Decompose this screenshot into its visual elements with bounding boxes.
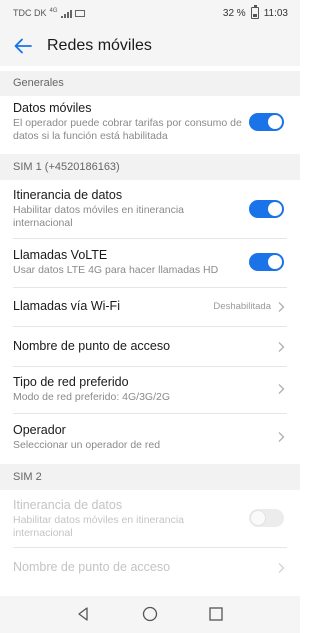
operator-title: Operador xyxy=(13,423,66,437)
navigation-bar xyxy=(0,596,300,633)
battery-percent: 32 % xyxy=(222,7,246,19)
page-title: Redes móviles xyxy=(47,37,152,54)
mobile-data-toggle[interactable] xyxy=(249,113,284,131)
mail-icon xyxy=(74,9,85,17)
arrow-left-icon[interactable] xyxy=(12,35,34,57)
sim2-roaming-title: Itinerancia de datos xyxy=(13,498,123,512)
status-bar: TDC DK 4G 32 % 11:03 xyxy=(0,0,300,26)
circle-home-icon[interactable] xyxy=(141,605,159,623)
sim2-apn-row: Nombre de punto de acceso xyxy=(0,548,300,588)
volte-toggle[interactable] xyxy=(249,253,284,271)
square-recents-icon[interactable] xyxy=(207,605,225,623)
mobile-data-subtitle: El operador puede cobrar tarifas por con… xyxy=(13,117,242,142)
operator-subtitle: Seleccionar un operador de red xyxy=(13,439,161,451)
sim2-roaming-toggle xyxy=(249,509,284,527)
sim1-roaming-title: Itinerancia de datos xyxy=(13,188,123,202)
status-right: 32 % 11:03 xyxy=(222,5,288,19)
clock: 11:03 xyxy=(263,7,288,19)
chevron-right-icon xyxy=(278,384,285,394)
section-header-general: Generales xyxy=(0,71,300,96)
wifi-calls-title: Llamadas vía Wi-Fi xyxy=(13,299,120,313)
battery-icon xyxy=(250,5,259,19)
signal-icon xyxy=(60,9,72,18)
sim2-roaming-subtitle: Habilitar datos móviles en itinerancia i… xyxy=(13,514,184,539)
preferred-network-title: Tipo de red preferido xyxy=(13,375,129,389)
app-bar: Redes móviles xyxy=(0,26,300,66)
triangle-back-icon[interactable] xyxy=(74,605,92,623)
chevron-right-icon xyxy=(278,432,285,442)
operator-row[interactable]: Operador Seleccionar un operador de red xyxy=(0,414,300,462)
volte-row[interactable]: Llamadas VoLTE Usar datos LTE 4G para ha… xyxy=(0,239,300,287)
sim2-apn-title: Nombre de punto de acceso xyxy=(13,560,171,574)
sim2-roaming-row: Itinerancia de datos Habilitar datos móv… xyxy=(0,490,300,546)
preferred-network-subtitle: Modo de red preferido: 4G/3G/2G xyxy=(13,391,171,403)
sim1-roaming-row[interactable]: Itinerancia de datos Habilitar datos móv… xyxy=(0,180,300,238)
network-type-label: 4G xyxy=(49,7,58,14)
mobile-data-title: Datos móviles xyxy=(13,101,92,115)
sim1-roaming-toggle[interactable] xyxy=(249,200,284,218)
apn-title: Nombre de punto de acceso xyxy=(13,339,171,353)
preferred-network-row[interactable]: Tipo de red preferido Modo de red prefer… xyxy=(0,367,300,413)
sim1-roaming-subtitle: Habilitar datos móviles en itinerancia i… xyxy=(13,204,184,229)
mobile-data-row[interactable]: Datos móviles El operador puede cobrar t… xyxy=(0,96,300,152)
chevron-right-icon xyxy=(278,302,285,312)
section-header-sim1: SIM 1 (+4520186163) xyxy=(0,154,300,180)
chevron-right-icon xyxy=(278,342,285,352)
carrier-label: TDC DK xyxy=(13,8,47,18)
wifi-calls-row[interactable]: Llamadas vía Wi-Fi Deshabilitada xyxy=(0,288,300,326)
volte-subtitle: Usar datos LTE 4G para hacer llamadas HD xyxy=(13,264,219,276)
apn-row[interactable]: Nombre de punto de acceso xyxy=(0,327,300,366)
wifi-calls-value: Deshabilitada xyxy=(213,301,271,312)
status-left: TDC DK 4G xyxy=(13,8,85,18)
volte-title: Llamadas VoLTE xyxy=(13,248,108,262)
chevron-right-icon xyxy=(278,563,285,573)
section-header-sim2: SIM 2 xyxy=(0,464,300,490)
